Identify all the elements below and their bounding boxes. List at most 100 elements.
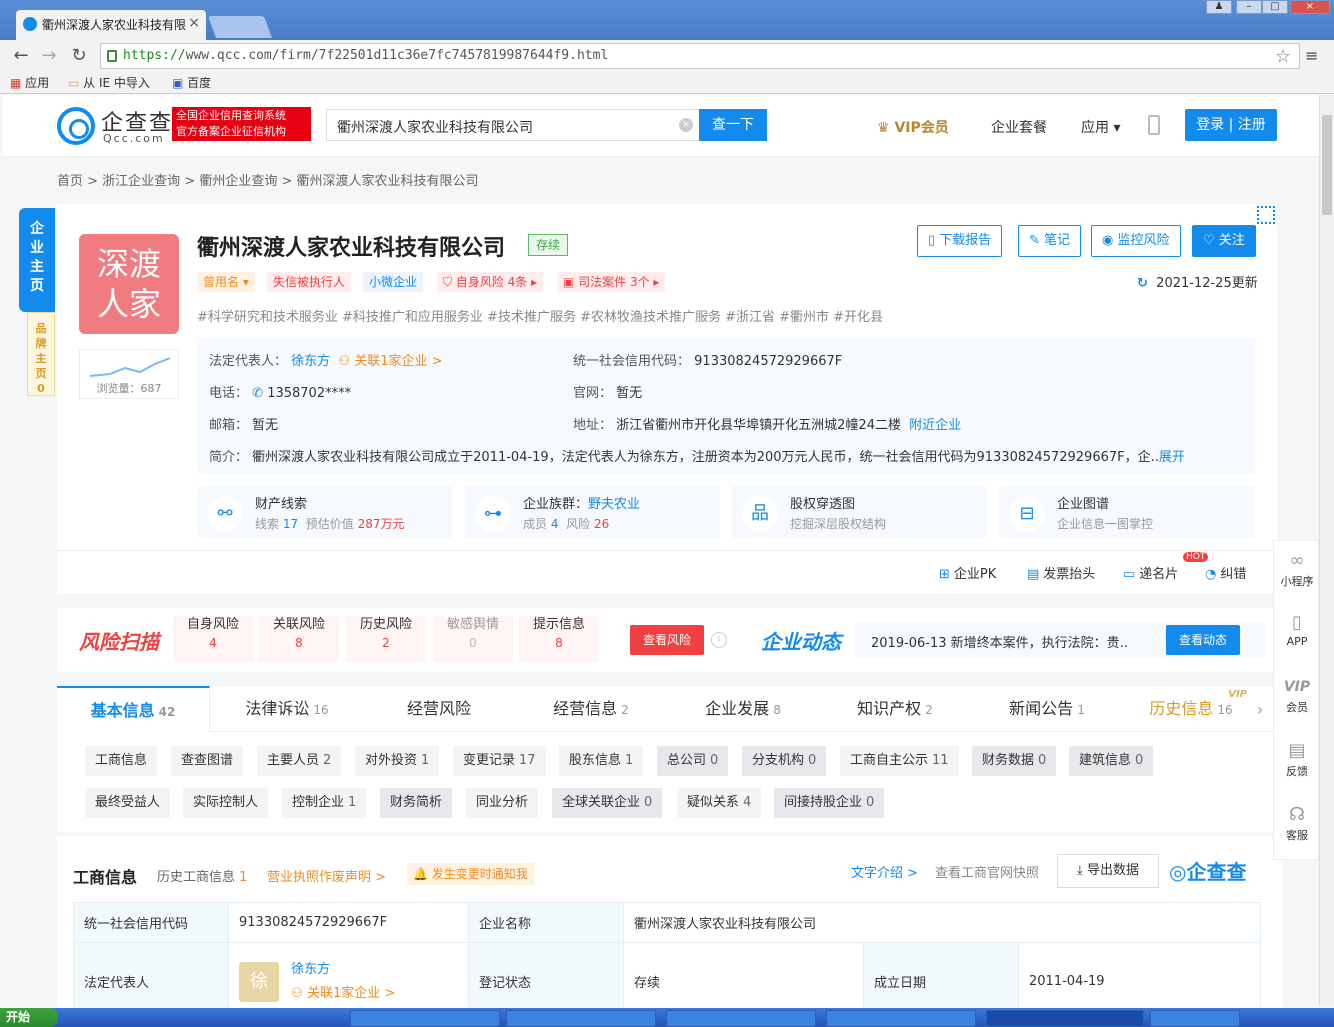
note-button[interactable]: ✎ 笔记 — [1018, 225, 1082, 257]
subtab-peer-analysis[interactable]: 同业分析 — [466, 788, 539, 818]
customer-service-button[interactable]: ☊ 客服 — [1274, 803, 1320, 843]
user-icon[interactable]: ♟ — [1206, 0, 1232, 14]
vip-link[interactable]: ♛ VIP会员 — [877, 117, 949, 137]
back-icon[interactable]: ← — [10, 45, 32, 67]
subtab-branches[interactable]: 分支机构 0 — [742, 746, 827, 776]
feature-company-graph[interactable]: ⊟ 企业图谱 企业信息一图掌控 — [999, 486, 1254, 538]
feedback-button[interactable]: ▤ 反馈 — [1274, 739, 1320, 779]
taskbar-item[interactable] — [826, 1010, 976, 1027]
tab-development[interactable]: 企业发展 8 — [673, 686, 813, 732]
tab-basic-info[interactable]: 基本信息 42 — [57, 686, 210, 732]
info-icon[interactable]: i — [711, 632, 727, 648]
business-card-action[interactable]: ▭ 递名片 — [1123, 563, 1178, 582]
related-company-link[interactable]: ⚇ 关联1家企业 > — [338, 354, 442, 369]
side-tab-company-home[interactable]: 企业主页 — [19, 208, 55, 312]
mobile-icon[interactable] — [1148, 115, 1160, 135]
tag-executed[interactable]: 失信被执行人 — [267, 272, 352, 292]
subtab-financial-brief[interactable]: 财务简析 — [380, 788, 453, 818]
subtab-investment[interactable]: 对外投资 1 — [355, 746, 440, 776]
tag-cases[interactable]: ▣ 司法案件 3个 ▸ — [557, 272, 666, 292]
subtab-self-disclosure[interactable]: 工商自主公示 11 — [840, 746, 959, 776]
official-snapshot-link[interactable]: 查看工商官网快照 — [935, 862, 1039, 881]
subtab-shareholders[interactable]: 股东信息 1 — [559, 746, 644, 776]
taskbar-item[interactable] — [506, 1010, 656, 1027]
search-input[interactable]: 衢州深渡人家农业科技有限公司 × — [326, 109, 700, 141]
subtab-global-related[interactable]: 全球关联企业 0 — [552, 788, 663, 818]
subtab-key-people[interactable]: 主要人员 2 — [257, 746, 342, 776]
risk-own[interactable]: 自身风险 4 — [173, 616, 253, 662]
maximize-button[interactable]: □ — [1262, 0, 1288, 14]
bookmark-baidu[interactable]: ▣ 百度 — [172, 74, 211, 92]
view-risk-button[interactable]: 查看风险 — [630, 625, 704, 655]
tab-news[interactable]: 新闻公告 1 — [977, 686, 1117, 732]
close-window-button[interactable]: × — [1290, 0, 1330, 14]
notify-change-button[interactable]: 🔔 发生变更时通知我 — [407, 863, 534, 885]
tag-former-name[interactable]: 曾用名 ▾ — [197, 272, 255, 292]
clear-search-icon[interactable]: × — [679, 118, 693, 132]
monitor-risk-button[interactable]: ◉ 监控风险 — [1091, 225, 1181, 257]
subtab-construction[interactable]: 建筑信息 0 — [1069, 746, 1154, 776]
enterprise-suite-link[interactable]: 企业套餐 — [991, 117, 1047, 137]
chevron-right-icon[interactable]: › — [1257, 700, 1263, 719]
mini-program-button[interactable]: ∞ 小程序 — [1274, 549, 1320, 589]
history-business-link[interactable]: 历史工商信息 1 — [157, 866, 247, 885]
text-intro-link[interactable]: 文字介绍 > — [851, 862, 918, 881]
phone-value[interactable]: 1358702**** — [267, 386, 351, 401]
minimize-button[interactable]: – — [1236, 0, 1262, 14]
taskbar-item[interactable] — [350, 1010, 500, 1027]
company-pk-action[interactable]: ⊞ 企业PK — [939, 563, 996, 582]
browser-tab[interactable]: 衢州深渡人家农业科技有限 × — [16, 10, 206, 40]
subtab-changes[interactable]: 变更记录 17 — [453, 746, 546, 776]
tag-own-risk[interactable]: ⛉ 自身风险 4条 ▸ — [437, 272, 544, 292]
side-tab-brand-home[interactable]: 品牌主页 0 — [27, 312, 55, 396]
feature-asset-clues[interactable]: ⚯ 财产线索 线索 17 预估价值 287万元 — [197, 486, 452, 538]
qcc-logo-icon[interactable] — [57, 107, 95, 145]
menu-icon[interactable]: ≡ — [1305, 46, 1318, 65]
breadcrumb[interactable]: 首页 > 浙江企业查询 > 衢州企业查询 > 衢州深渡人家农业科技有限公司 — [57, 170, 478, 189]
scrollbar-thumb[interactable] — [1322, 115, 1332, 215]
subtab-controller[interactable]: 实际控制人 — [183, 788, 269, 818]
risk-tips[interactable]: 提示信息 8 — [519, 616, 599, 662]
tab-operating-risk[interactable]: 经营风险 — [369, 686, 509, 732]
url-input[interactable]: https://www.qcc.com/firm/7f22501d11c36e7… — [100, 43, 1300, 69]
industry-hashtags[interactable]: #科学研究和技术服务业 #科技推广和应用服务业 #技术推广服务 #农林牧渔技术推… — [197, 306, 883, 325]
subtab-financial-data[interactable]: 财务数据 0 — [972, 746, 1057, 776]
bookmark-ie[interactable]: ▭ 从 IE 中导入 — [68, 74, 150, 92]
taskbar-item[interactable] — [666, 1010, 816, 1027]
login-register-button[interactable]: 登录 | 注册 — [1185, 109, 1277, 141]
risk-sentiment[interactable]: 敏感舆情 0 — [433, 616, 513, 662]
expand-link[interactable]: 展开 — [1159, 450, 1185, 465]
qr-code-icon[interactable] — [1257, 206, 1275, 224]
feature-group[interactable]: ⊶ 企业族群：野夫农业 成员 4 风险 26 — [465, 486, 720, 538]
app-button[interactable]: ▯ APP — [1274, 611, 1320, 648]
new-tab-button[interactable] — [207, 16, 273, 38]
page-scrollbar[interactable] — [1319, 95, 1334, 1005]
tab-litigation[interactable]: 法律诉讼 16 — [217, 686, 357, 732]
risk-related[interactable]: 关联风险 8 — [259, 616, 339, 662]
apps-dropdown[interactable]: 应用 ▾ — [1081, 117, 1120, 137]
risk-history[interactable]: 历史风险 2 — [346, 616, 426, 662]
follow-button[interactable]: ♡ 关注 — [1192, 225, 1256, 257]
start-button[interactable]: 开始 — [0, 1008, 58, 1027]
legal-rep-name-link[interactable]: 徐东方 — [291, 962, 330, 977]
invoice-title-action[interactable]: ▤ 发票抬头 — [1027, 563, 1095, 582]
subtab-head-office[interactable]: 总公司 0 — [657, 746, 729, 776]
tab-operating-info[interactable]: 经营信息 2 — [521, 686, 661, 732]
taskbar-item[interactable] — [1150, 1010, 1240, 1027]
subtab-indirect[interactable]: 间接持股企业 0 — [774, 788, 885, 818]
refresh-icon[interactable]: ↻ — [1137, 276, 1148, 291]
related-company-link[interactable]: ⚇ 关联1家企业 > — [291, 986, 395, 1001]
tab-history[interactable]: 历史信息 16 VIP — [1129, 686, 1253, 732]
subtab-beneficiary[interactable]: 最终受益人 — [85, 788, 171, 818]
tag-micro[interactable]: 小微企业 — [363, 272, 424, 292]
subtab-controlled[interactable]: 控制企业 1 — [282, 788, 367, 818]
report-error-action[interactable]: ◔ 纠错 — [1205, 563, 1246, 582]
bookmark-star-icon[interactable]: ☆ — [1275, 46, 1291, 67]
reload-icon[interactable]: ↻ — [68, 45, 90, 67]
search-button[interactable]: 查一下 — [699, 109, 767, 141]
license-void-link[interactable]: 营业执照作废声明 > — [267, 866, 386, 885]
taskbar-item-active[interactable] — [986, 1010, 1144, 1027]
export-data-button[interactable]: ⤓ 导出数据 — [1057, 854, 1159, 888]
nearby-companies-link[interactable]: 附近企业 — [909, 418, 961, 433]
tab-ip[interactable]: 知识产权 2 — [825, 686, 965, 732]
